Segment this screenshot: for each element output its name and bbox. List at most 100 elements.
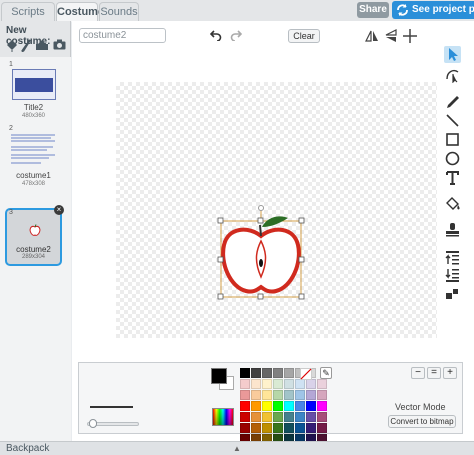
palette-swatch[interactable] <box>240 401 250 411</box>
palette-swatch[interactable] <box>262 368 272 378</box>
camera-icon[interactable] <box>53 39 66 53</box>
palette-swatch[interactable] <box>240 423 250 433</box>
palette-swatch[interactable] <box>262 390 272 400</box>
flip-vertical-icon[interactable] <box>383 28 399 44</box>
costume-size: 478x308 <box>21 181 46 187</box>
palette-swatch[interactable] <box>317 379 327 389</box>
costume-name: costume2 <box>16 245 51 254</box>
palette-swatch[interactable] <box>273 368 283 378</box>
palette-swatch[interactable] <box>295 390 305 400</box>
backpack-bar[interactable]: Backpack ▲ <box>0 441 474 455</box>
palette-swatch[interactable] <box>306 379 316 389</box>
tab-sounds[interactable]: Sounds <box>99 2 139 21</box>
palette-swatch[interactable] <box>284 423 294 433</box>
palette-swatch[interactable] <box>262 379 272 389</box>
line-width-slider-knob[interactable] <box>89 419 97 428</box>
palette-swatch[interactable] <box>251 412 261 422</box>
palette-swatch[interactable] <box>262 412 272 422</box>
rectangle-icon[interactable] <box>444 131 461 148</box>
reshape-icon[interactable] <box>444 66 461 83</box>
pencil-icon[interactable] <box>21 39 31 55</box>
palette-swatch[interactable] <box>284 368 294 378</box>
refresh-icon <box>397 4 408 16</box>
costume-name-field[interactable] <box>79 28 166 43</box>
palette-swatch[interactable] <box>295 412 305 422</box>
costume-item-costume1[interactable]: 2 costume1 478x308 <box>5 125 62 199</box>
palette-swatch[interactable] <box>273 390 283 400</box>
line-icon[interactable] <box>444 112 461 129</box>
palette-swatch[interactable] <box>317 423 327 433</box>
costume-name: Title2 <box>23 103 44 112</box>
palette-swatch[interactable] <box>284 401 294 411</box>
palette-swatch[interactable] <box>295 401 305 411</box>
expand-up-icon[interactable]: ▲ <box>233 444 241 453</box>
see-project-page-button[interactable]: See project page <box>392 1 474 19</box>
palette-swatch[interactable] <box>306 412 316 422</box>
palette-swatch[interactable] <box>284 390 294 400</box>
clear-button[interactable]: Clear <box>288 29 320 43</box>
palette-swatch[interactable] <box>284 412 294 422</box>
palette-swatch[interactable] <box>306 423 316 433</box>
line-width-preview <box>90 406 133 408</box>
convert-to-bitmap-button[interactable]: Convert to bitmap <box>388 415 456 428</box>
paint-brush-icon[interactable] <box>6 39 18 55</box>
select-icon[interactable] <box>444 46 461 63</box>
primary-color-swatch[interactable] <box>211 368 227 384</box>
palette-swatch[interactable] <box>273 401 283 411</box>
palette-swatch[interactable] <box>284 379 294 389</box>
palette-swatch[interactable] <box>251 423 261 433</box>
pencil-icon[interactable] <box>444 94 461 111</box>
eyedropper-icon[interactable]: ✎ <box>320 367 332 379</box>
redo-icon[interactable] <box>230 29 242 41</box>
color-spectrum-picker[interactable] <box>212 408 234 426</box>
costume-number: 2 <box>9 125 13 132</box>
color-fill-icon[interactable] <box>444 195 461 212</box>
costume-item-costume2[interactable]: 3 costume2 289x304 <box>5 208 62 266</box>
palette-swatch[interactable] <box>273 379 283 389</box>
palette-swatch[interactable] <box>251 368 261 378</box>
set-center-icon[interactable] <box>402 28 418 44</box>
palette-swatch[interactable] <box>273 423 283 433</box>
costume-item-title2[interactable]: 1 Title2 480x360 <box>5 61 62 121</box>
palette-swatch[interactable] <box>317 390 327 400</box>
palette-swatch[interactable] <box>262 423 272 433</box>
palette-swatch[interactable] <box>251 401 261 411</box>
zoom-out-icon[interactable]: − <box>411 367 425 379</box>
costume-editor-window: Scripts Costumes Sounds Share See projec… <box>0 0 474 455</box>
forward-layer-icon[interactable] <box>444 249 461 266</box>
text-icon[interactable] <box>444 169 461 186</box>
tab-scripts[interactable]: Scripts <box>1 2 55 21</box>
back-layer-icon[interactable] <box>444 267 461 284</box>
palette-swatch[interactable] <box>240 412 250 422</box>
palette-swatch[interactable] <box>306 390 316 400</box>
flip-horizontal-icon[interactable] <box>364 28 380 44</box>
apple-drawing[interactable] <box>216 205 310 302</box>
palette-swatch[interactable] <box>262 401 272 411</box>
palette-swatch[interactable] <box>251 390 261 400</box>
palette-swatch[interactable] <box>251 379 261 389</box>
zoom-in-icon[interactable]: + <box>443 367 457 379</box>
palette-swatch[interactable] <box>240 379 250 389</box>
palette-swatch[interactable] <box>295 379 305 389</box>
costume-thumbnail <box>12 69 56 100</box>
palette-swatch[interactable] <box>240 390 250 400</box>
transparent-color-swatch[interactable] <box>300 368 312 380</box>
zoom-reset-icon[interactable]: = <box>427 367 441 379</box>
folder-upload-icon[interactable] <box>35 39 49 54</box>
delete-costume-icon[interactable]: × <box>54 205 64 215</box>
tab-costumes[interactable]: Costumes <box>56 2 110 22</box>
palette-swatch[interactable] <box>273 412 283 422</box>
palette-swatch[interactable] <box>295 423 305 433</box>
palette-swatch[interactable] <box>306 401 316 411</box>
color-palette <box>240 368 327 444</box>
ellipse-icon[interactable] <box>444 150 461 167</box>
stamp-icon[interactable] <box>444 221 461 238</box>
share-button[interactable]: Share <box>357 2 389 18</box>
see-project-page-label: See project page <box>412 4 474 15</box>
palette-swatch[interactable] <box>317 401 327 411</box>
apple-thumbnail <box>29 224 41 236</box>
group-icon[interactable] <box>444 286 461 303</box>
undo-icon[interactable] <box>210 29 222 41</box>
palette-swatch[interactable] <box>317 412 327 422</box>
palette-swatch[interactable] <box>240 368 250 378</box>
